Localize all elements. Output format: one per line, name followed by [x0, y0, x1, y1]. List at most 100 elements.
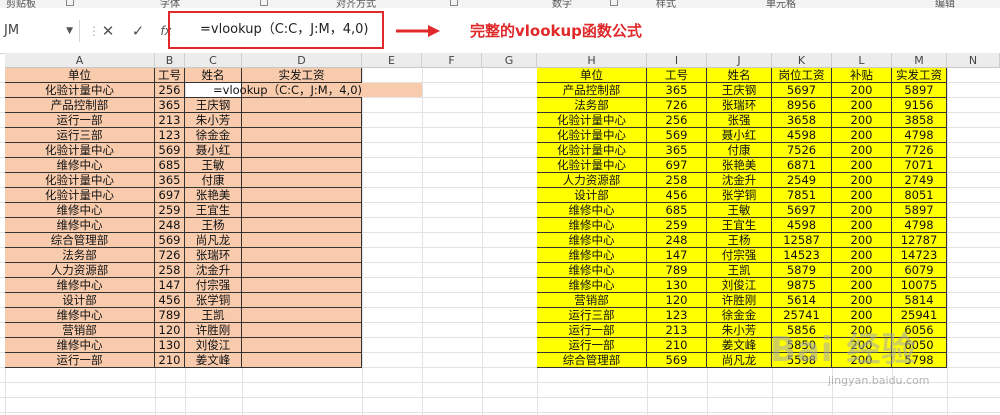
right-table-cell[interactable]: 4798: [892, 218, 947, 233]
right-table-cell[interactable]: 王敏: [707, 203, 772, 218]
right-table-cell[interactable]: 200: [832, 188, 892, 203]
name-box[interactable]: JM ▼: [0, 20, 80, 42]
right-table-cell[interactable]: 200: [832, 173, 892, 188]
right-table-cell[interactable]: 200: [832, 143, 892, 158]
right-table-cell[interactable]: 2749: [892, 173, 947, 188]
right-table-cell[interactable]: 朱小芳: [707, 323, 772, 338]
right-table-cell[interactable]: 200: [832, 293, 892, 308]
right-table-cell[interactable]: 200: [832, 158, 892, 173]
left-table-cell[interactable]: 运行三部: [5, 128, 155, 143]
right-table-cell[interactable]: 5897: [892, 203, 947, 218]
left-table-cell[interactable]: 刘俊江: [185, 338, 242, 353]
right-table-cell[interactable]: 200: [832, 233, 892, 248]
left-table-cell[interactable]: 营销部: [5, 323, 155, 338]
right-table-cell[interactable]: 聂小红: [707, 128, 772, 143]
right-table-header[interactable]: 补贴: [832, 68, 892, 83]
left-table-cell[interactable]: 维修中心: [5, 308, 155, 323]
right-table-cell[interactable]: 3658: [772, 113, 832, 128]
left-table-cell[interactable]: 张瑞环: [185, 248, 242, 263]
left-table-cell[interactable]: 产品控制部: [5, 98, 155, 113]
left-table-cell[interactable]: 人力资源部: [5, 263, 155, 278]
right-table-cell[interactable]: 789: [647, 263, 707, 278]
right-table-cell[interactable]: 张瑞环: [707, 98, 772, 113]
left-table-cell[interactable]: 维修中心: [5, 218, 155, 233]
right-table-cell[interactable]: 王凯: [707, 263, 772, 278]
launcher-icon[interactable]: [450, 0, 458, 6]
right-table-cell[interactable]: 化验计量中心: [537, 143, 647, 158]
right-table-cell[interactable]: 697: [647, 158, 707, 173]
right-table-cell[interactable]: 7726: [892, 143, 947, 158]
right-table-cell[interactable]: 130: [647, 278, 707, 293]
column-header-C[interactable]: C: [185, 53, 242, 68]
right-table-header[interactable]: 单位: [537, 68, 647, 83]
left-table-cell[interactable]: [242, 263, 362, 278]
right-table-cell[interactable]: 王宜生: [707, 218, 772, 233]
left-table-header[interactable]: 姓名: [185, 68, 242, 83]
right-table-cell[interactable]: 14523: [772, 248, 832, 263]
left-table-cell[interactable]: 许胜刚: [185, 323, 242, 338]
right-table-cell[interactable]: 3858: [892, 113, 947, 128]
right-table-cell[interactable]: 569: [647, 353, 707, 368]
left-table-cell[interactable]: [242, 338, 362, 353]
left-table-cell[interactable]: 付宗强: [185, 278, 242, 293]
left-table-cell[interactable]: 256: [155, 83, 185, 98]
right-table-cell[interactable]: 沈金升: [707, 173, 772, 188]
left-table-cell[interactable]: 张学铜: [185, 293, 242, 308]
right-table-cell[interactable]: 维修中心: [537, 233, 647, 248]
column-header-J[interactable]: J: [707, 53, 772, 68]
right-table-cell[interactable]: 4598: [772, 128, 832, 143]
right-table-cell[interactable]: 张艳美: [707, 158, 772, 173]
right-table-header[interactable]: 姓名: [707, 68, 772, 83]
right-table-cell[interactable]: 付康: [707, 143, 772, 158]
right-table-cell[interactable]: 化验计量中心: [537, 158, 647, 173]
right-table-cell[interactable]: 运行一部: [537, 323, 647, 338]
left-table-cell[interactable]: 130: [155, 338, 185, 353]
right-table-cell[interactable]: 200: [832, 278, 892, 293]
left-table-cell[interactable]: 维修中心: [5, 203, 155, 218]
right-table-cell[interactable]: 12587: [772, 233, 832, 248]
right-table-cell[interactable]: 营销部: [537, 293, 647, 308]
left-table-cell[interactable]: [242, 233, 362, 248]
right-table-cell[interactable]: 147: [647, 248, 707, 263]
left-table-cell[interactable]: 运行一部: [5, 353, 155, 368]
right-table-cell[interactable]: 维修中心: [537, 218, 647, 233]
left-table-cell[interactable]: [242, 113, 362, 128]
right-table-cell[interactable]: 365: [647, 83, 707, 98]
right-table-header[interactable]: 工号: [647, 68, 707, 83]
left-table-header[interactable]: 工号: [155, 68, 185, 83]
left-table-cell[interactable]: [242, 173, 362, 188]
right-table-cell[interactable]: 5697: [772, 203, 832, 218]
left-table-cell[interactable]: 120: [155, 323, 185, 338]
right-table-cell[interactable]: 王庆钢: [707, 83, 772, 98]
left-table-cell[interactable]: 化验计量中心: [5, 173, 155, 188]
left-table-header[interactable]: 单位: [5, 68, 155, 83]
right-table-cell[interactable]: 化验计量中心: [537, 113, 647, 128]
left-table-cell[interactable]: 聂小红: [185, 143, 242, 158]
right-table-cell[interactable]: 7851: [772, 188, 832, 203]
left-table-cell[interactable]: 朱小芳: [185, 113, 242, 128]
column-header-L[interactable]: L: [832, 53, 892, 68]
left-table-cell[interactable]: [242, 158, 362, 173]
left-table-cell[interactable]: 697: [155, 188, 185, 203]
column-header-E[interactable]: E: [362, 53, 422, 68]
right-table-cell[interactable]: 726: [647, 98, 707, 113]
right-table-cell[interactable]: 120: [647, 293, 707, 308]
left-table-cell[interactable]: 213: [155, 113, 185, 128]
right-table-cell[interactable]: 9156: [892, 98, 947, 113]
right-table-cell[interactable]: 运行一部: [537, 338, 647, 353]
right-table-cell[interactable]: 14723: [892, 248, 947, 263]
right-table-cell[interactable]: 25941: [892, 308, 947, 323]
chevron-down-icon[interactable]: ▼: [66, 20, 73, 42]
left-table-cell[interactable]: 化验计量中心: [5, 83, 155, 98]
right-table-cell[interactable]: 5697: [772, 83, 832, 98]
left-table-cell[interactable]: 设计部: [5, 293, 155, 308]
left-table-cell[interactable]: [242, 293, 362, 308]
right-table-cell[interactable]: 产品控制部: [537, 83, 647, 98]
left-table-cell[interactable]: 王敏: [185, 158, 242, 173]
left-table-cell[interactable]: 456: [155, 293, 185, 308]
column-header-K[interactable]: K: [772, 53, 832, 68]
right-table-cell[interactable]: 张强: [707, 113, 772, 128]
left-table-cell[interactable]: 258: [155, 263, 185, 278]
right-table-cell[interactable]: 213: [647, 323, 707, 338]
right-table-cell[interactable]: 200: [832, 98, 892, 113]
